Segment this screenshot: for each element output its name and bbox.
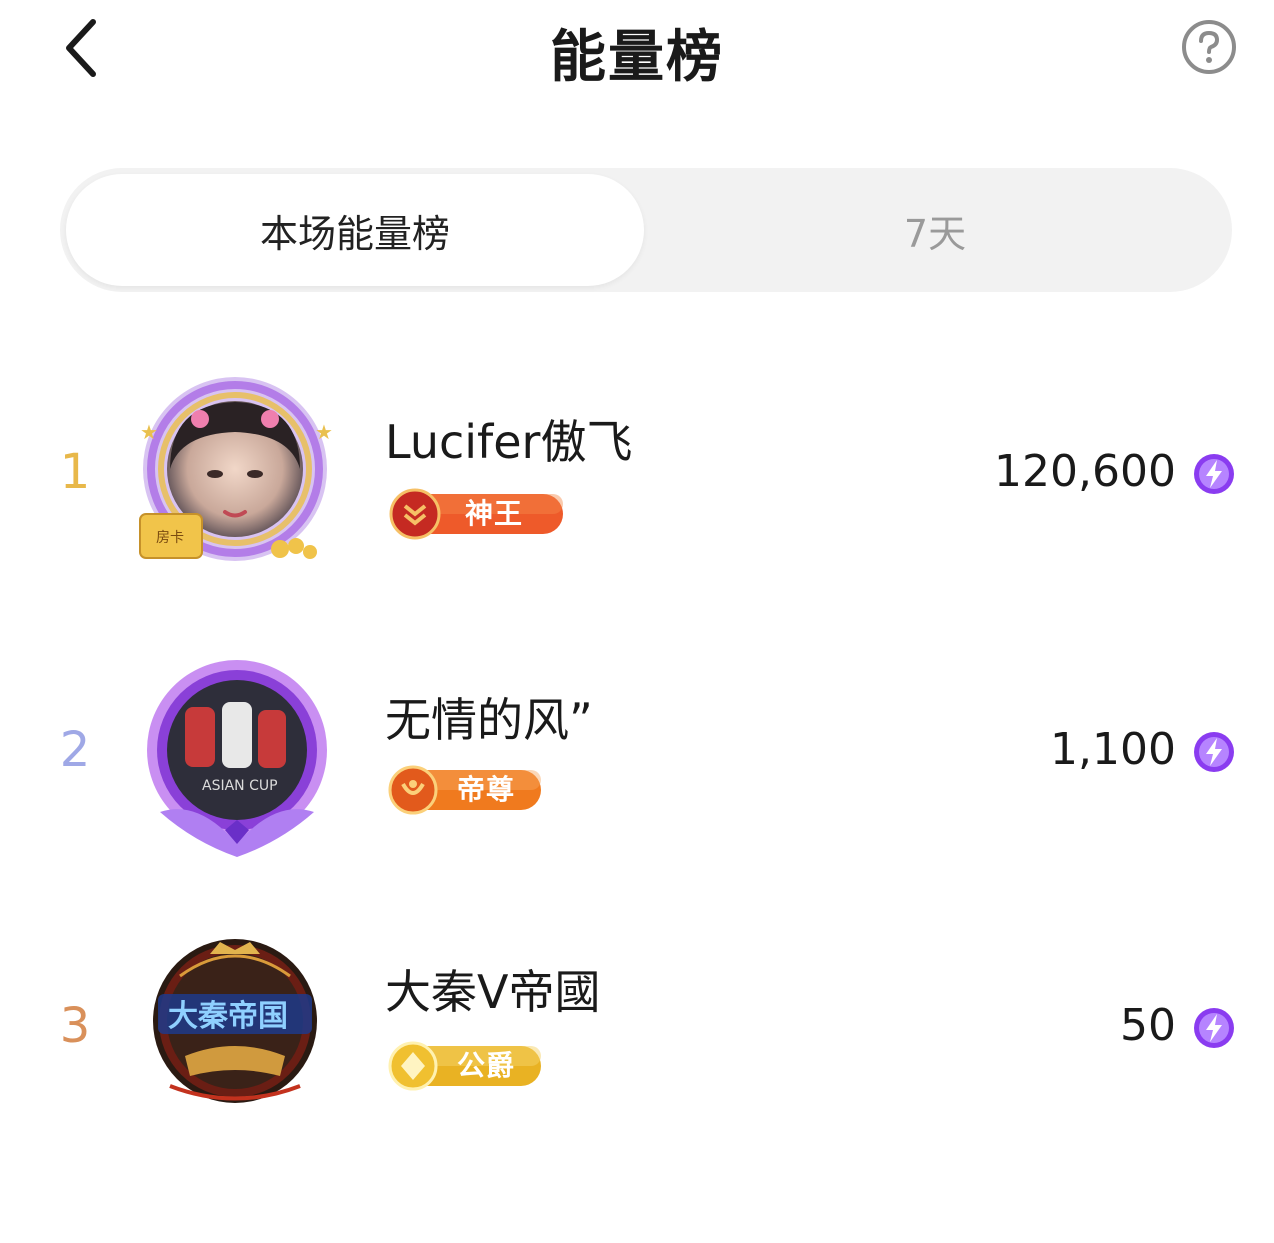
badge-label: 帝尊 [457,773,516,806]
badge-label: 公爵 [457,1049,516,1082]
ranking-row[interactable]: 1 ★ ★ 房卡 Lucifer傲飞 神王 120,600 [0,372,1274,612]
tab-current-session[interactable]: 本场能量榜 [66,174,644,286]
tab-7-days[interactable]: 7天 [644,174,1226,286]
question-circle-icon [1182,20,1236,74]
rank-number: 1 [59,444,91,500]
top-bar: 能量榜 [0,0,1274,100]
level-badge: 公爵 [385,1040,545,1092]
rank-number: 2 [59,722,91,778]
username: 无情的风” [385,693,593,747]
svg-text:★: ★ [315,420,333,444]
level-badge: 神王 [385,488,567,540]
ranking-tabs: 本场能量榜 7天 [60,168,1232,292]
user-avatar[interactable]: ★ ★ 房卡 [130,374,340,584]
lightning-bolt-icon [1194,454,1234,494]
lightning-bolt-icon [1194,1008,1234,1048]
help-button[interactable] [1180,18,1238,76]
svg-text:★: ★ [140,420,158,444]
rank-number: 3 [59,998,91,1054]
energy-score: 50 [1120,1000,1176,1051]
energy-score: 1,100 [1050,724,1176,775]
username: 大秦V帝國 [385,965,601,1019]
energy-ranking-page: 能量榜 本场能量榜 7天 1 ★ ★ 房卡 Lucifer傲飞 神王 120,6… [0,0,1274,1243]
ranking-row[interactable]: 3 大秦帝国 大秦V帝國 公爵 50 [0,926,1274,1166]
empire-label: 大秦帝国 [168,999,288,1034]
asian-cup-label: ASIAN CUP [202,778,278,794]
badge-label: 神王 [465,497,524,530]
energy-score: 120,600 [994,446,1176,497]
username: Lucifer傲飞 [385,415,633,469]
user-avatar[interactable]: ASIAN CUP [130,652,340,862]
page-title: 能量榜 [550,25,724,90]
ranking-row[interactable]: 2 ASIAN CUP 无情的风” 帝尊 1,100 [0,650,1274,890]
user-avatar[interactable]: 大秦帝国 [130,936,340,1146]
lightning-bolt-icon [1194,732,1234,772]
level-badge: 帝尊 [385,764,545,816]
card-label: 房卡 [156,530,184,546]
